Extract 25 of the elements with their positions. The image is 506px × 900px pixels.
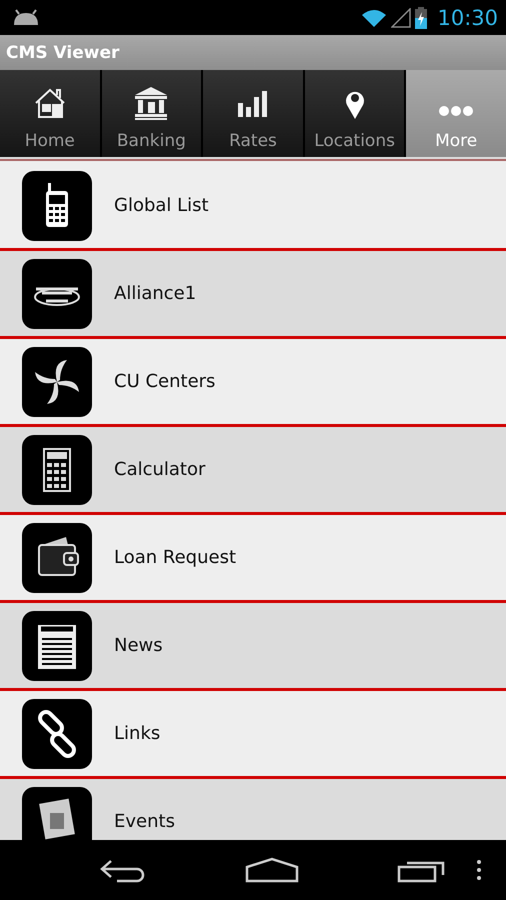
battery-icon (415, 6, 428, 28)
tab[interactable]: Banking (102, 70, 204, 157)
mobile-phone-icon (22, 170, 92, 240)
tab[interactable]: Rates (203, 70, 305, 157)
signal-icon (391, 8, 412, 28)
emblem-icon (22, 258, 92, 328)
wallet-icon (22, 522, 92, 592)
more-icon (438, 105, 474, 117)
link-icon (22, 698, 92, 768)
menu-item[interactable]: News (0, 603, 506, 691)
wifi-icon (361, 8, 388, 28)
tab[interactable]: Home (0, 70, 102, 157)
app-title: CMS Viewer (6, 42, 120, 62)
android-icon (12, 8, 40, 26)
menu-item[interactable]: Events (0, 779, 506, 840)
tab[interactable]: Locations (304, 70, 406, 157)
home-icon[interactable] (245, 857, 299, 883)
menu-item[interactable]: Alliance1 (0, 251, 506, 339)
menu-item[interactable]: Calculator (0, 427, 506, 515)
back-icon[interactable] (99, 857, 147, 883)
newspaper-icon (22, 610, 92, 680)
calculator-icon (22, 434, 92, 504)
swirl-icon (22, 346, 92, 416)
menu-icon[interactable] (476, 859, 482, 881)
clock-time: 10:30 (437, 6, 498, 30)
